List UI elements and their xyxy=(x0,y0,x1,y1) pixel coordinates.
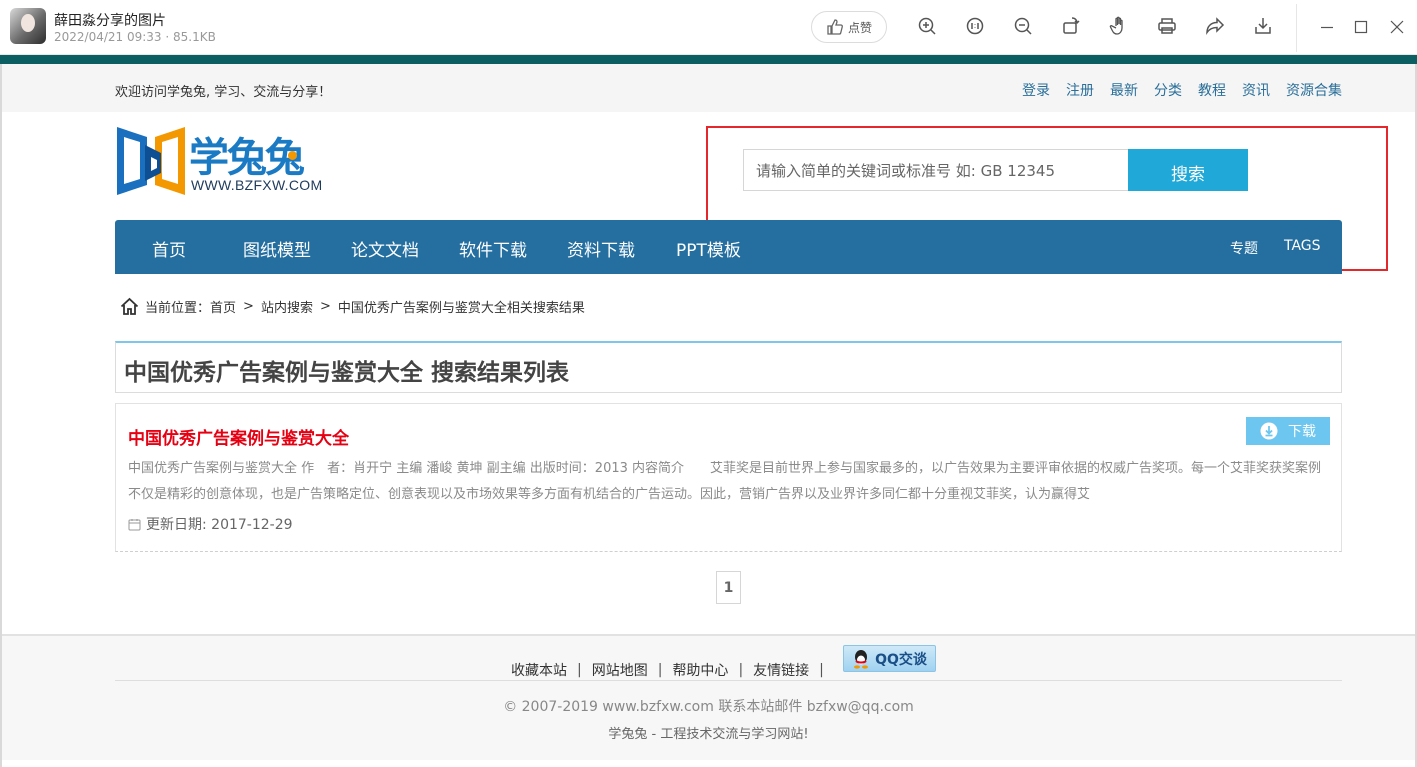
calendar-icon xyxy=(128,518,141,530)
print-icon[interactable] xyxy=(1156,15,1180,39)
welcome-text: 欢迎访问学兔兔, 学习、交流与分享！ xyxy=(115,85,332,100)
zoom-in-icon[interactable] xyxy=(916,15,940,39)
breadcrumb-site-search[interactable]: 站内搜索 xyxy=(261,297,313,316)
nav-materials[interactable]: 资料下载 xyxy=(567,236,635,261)
viewer-title: 薛田淼分享的图片 xyxy=(54,13,166,29)
news-link[interactable]: 资讯 xyxy=(1242,80,1270,100)
nav-home[interactable]: 首页 xyxy=(152,236,186,261)
footer-divider-line xyxy=(115,680,1342,681)
like-label: 点赞 xyxy=(847,20,872,35)
footer-links: 收藏本站 | 网站地图 | 帮助中心 | 友情链接 | xyxy=(511,660,834,680)
result-item: 中国优秀广告案例与鉴赏大全 下载 中国优秀广告案例与鉴赏大全 作 者：肖开宁 主… xyxy=(115,403,1342,552)
footer-sitemap-link[interactable]: 网站地图 xyxy=(592,660,648,680)
footer-slogan: 学兔兔 - 工程技术交流与学习网站! xyxy=(608,727,809,742)
footer-bookmark-link[interactable]: 收藏本站 xyxy=(511,660,567,680)
results-heading-box: 中国优秀广告案例与鉴赏大全 搜索结果列表 xyxy=(115,341,1342,393)
qq-chat-label: QQ交谈 xyxy=(875,651,927,668)
hand-icon[interactable] xyxy=(1108,15,1132,39)
results-heading: 中国优秀广告案例与鉴赏大全 搜索结果列表 xyxy=(124,360,570,386)
nav-papers-docs[interactable]: 论文文档 xyxy=(351,236,419,261)
thumbs-up-icon xyxy=(827,19,843,35)
tutorial-link[interactable]: 教程 xyxy=(1198,80,1226,100)
nav-software[interactable]: 软件下载 xyxy=(459,236,527,261)
pagination-page[interactable]: 1 xyxy=(716,571,741,604)
register-link[interactable]: 注册 xyxy=(1066,80,1094,100)
nav-ppt-templates[interactable]: PPT模板 xyxy=(676,236,741,261)
copyright-text: © 2007-2019 www.bzfxw.com 联系本站邮件 bzfxw@q… xyxy=(503,699,914,715)
download-label: 下载 xyxy=(1288,424,1316,440)
like-button[interactable]: 点赞 xyxy=(811,11,887,43)
top-links: 登录 注册 最新 分类 教程 资讯 资源合集 xyxy=(1022,80,1342,100)
result-date-text: 更新日期: 2017-12-29 xyxy=(146,517,293,533)
breadcrumb-separator: > xyxy=(319,299,331,314)
latest-link[interactable]: 最新 xyxy=(1110,80,1138,100)
rotate-icon[interactable] xyxy=(1060,15,1084,39)
footer-divider: | xyxy=(577,662,582,678)
maximize-icon[interactable] xyxy=(1350,16,1372,38)
footer-divider: | xyxy=(819,662,824,678)
breadcrumb-prefix: 当前位置： xyxy=(145,301,211,316)
minimize-icon[interactable] xyxy=(1316,16,1338,38)
search-button[interactable]: 搜索 xyxy=(1128,149,1248,191)
avatar[interactable] xyxy=(10,8,46,44)
titlebar-divider xyxy=(1296,4,1297,52)
result-description: 中国优秀广告案例与鉴赏大全 作 者：肖开宁 主编 潘峻 黄坤 副主编 出版时间：… xyxy=(128,461,1322,502)
resource-collection-link[interactable]: 资源合集 xyxy=(1286,80,1342,100)
nav-tags[interactable]: TAGS xyxy=(1284,238,1321,254)
close-icon[interactable] xyxy=(1386,16,1408,38)
result-date: 更新日期: 2017-12-29 xyxy=(128,514,293,534)
nav-topics[interactable]: 专题 xyxy=(1230,238,1258,258)
zoom-out-icon[interactable] xyxy=(1012,15,1036,39)
breadcrumb-current: 中国优秀广告案例与鉴赏大全相关搜索结果 xyxy=(337,301,585,316)
download-circle-icon xyxy=(1260,422,1278,440)
header-accent-bar xyxy=(0,55,1417,64)
breadcrumb-separator: > xyxy=(243,299,254,314)
footer-divider: | xyxy=(738,662,744,678)
search-input[interactable]: 请输入简单的关键词或标准号 如: GB 12345 xyxy=(743,149,1129,191)
logo-url: WWW.BZFXW.COM xyxy=(191,177,323,193)
share-icon[interactable] xyxy=(1204,15,1228,39)
download-button[interactable]: 下载 xyxy=(1246,417,1330,445)
nav-drawings-models[interactable]: 图纸模型 xyxy=(243,236,311,261)
logo-name: 学兔兔 xyxy=(189,125,305,183)
home-icon xyxy=(120,297,139,315)
main-nav: 首页 图纸模型 论文文档 软件下载 资料下载 PPT模板 专题 TAGS xyxy=(115,220,1342,274)
footer-help-link[interactable]: 帮助中心 xyxy=(672,660,728,680)
qq-penguin-icon xyxy=(854,649,869,669)
breadcrumb: 当前位置： 首页 > 站内搜索 > 中国优秀广告案例与鉴赏大全相关搜索结果 xyxy=(120,297,585,316)
viewer-title-bar: 薛田淼分享的图片 2022/04/21 09:33 · 85.1KB 点赞 xyxy=(0,0,1417,55)
footer-divider: | xyxy=(657,662,663,678)
site-logo[interactable]: 学兔兔 WWW.BZFXW.COM xyxy=(115,123,345,199)
logo-mark-icon xyxy=(117,127,185,195)
category-link[interactable]: 分类 xyxy=(1154,80,1182,100)
result-title-link[interactable]: 中国优秀广告案例与鉴赏大全 xyxy=(128,424,349,449)
qq-chat-button[interactable]: QQ交谈 xyxy=(843,645,936,672)
download-icon[interactable] xyxy=(1252,15,1276,39)
breadcrumb-home[interactable]: 首页 xyxy=(210,297,236,316)
actual-size-icon[interactable] xyxy=(964,15,988,39)
viewer-subtitle: 2022/04/21 09:33 · 85.1KB xyxy=(54,30,216,44)
login-link[interactable]: 登录 xyxy=(1022,80,1050,100)
footer-friend-links[interactable]: 友情链接 xyxy=(753,660,809,680)
